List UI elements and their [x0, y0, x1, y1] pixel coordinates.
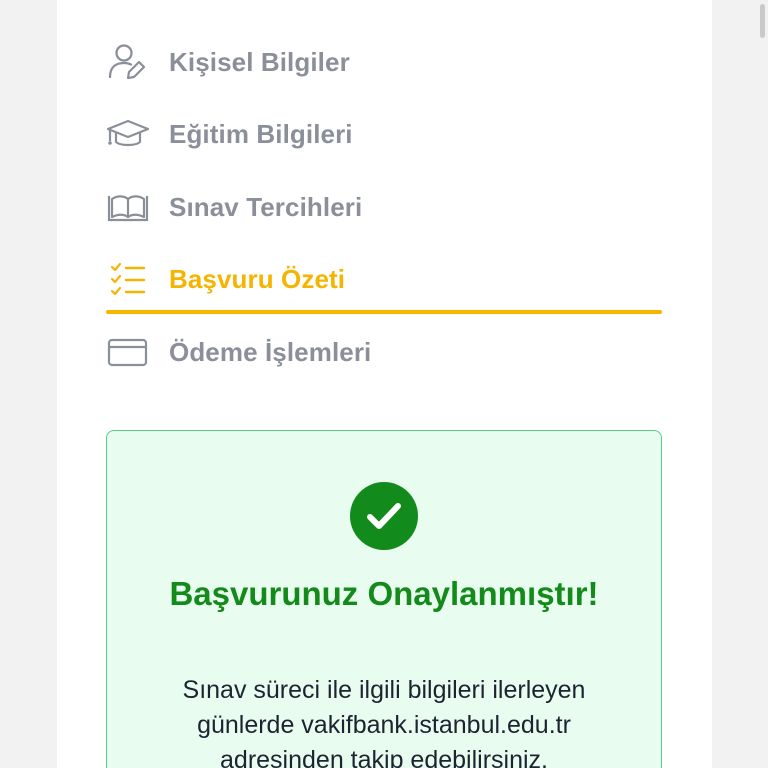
page: Kişisel Bilgiler Eğitim Bilgileri Sınav … [0, 0, 768, 768]
user-edit-icon [106, 42, 150, 82]
step-label: Kişisel Bilgiler [169, 46, 350, 77]
success-title: Başvurunuz Onaylanmıştır! [169, 575, 599, 612]
step-label: Ödeme İşlemleri [169, 336, 372, 367]
check-circle-icon [350, 482, 418, 550]
clock-icon [120, 0, 150, 8]
success-panel: Başvurunuz Onaylanmıştır! Sınav süreci i… [106, 430, 662, 768]
active-step-underline [106, 310, 662, 314]
step-odeme-islemleri[interactable]: Ödeme İşlemleri [106, 326, 662, 378]
checklist-icon [106, 259, 150, 299]
credit-card-icon [106, 332, 150, 372]
step-kisisel-bilgiler[interactable]: Kişisel Bilgiler [106, 36, 662, 88]
step-egitim-bilgileri[interactable]: Eğitim Bilgileri [106, 108, 662, 160]
step-label: Eğitim Bilgileri [169, 118, 353, 149]
scrollbar-thumb[interactable] [760, 4, 765, 38]
step-label: Başvuru Özeti [169, 263, 346, 294]
step-basvuru-ozeti[interactable]: Başvuru Özeti [106, 253, 662, 305]
success-message: Sınav süreci ile ilgili bilgileri ilerle… [182, 676, 586, 768]
graduation-cap-icon [106, 114, 150, 154]
scrollbar[interactable] [758, 0, 768, 768]
step-label: Sınav Tercihleri [169, 191, 363, 222]
step-sinav-tercihleri[interactable]: Sınav Tercihleri [106, 181, 662, 233]
open-book-icon [106, 187, 150, 227]
